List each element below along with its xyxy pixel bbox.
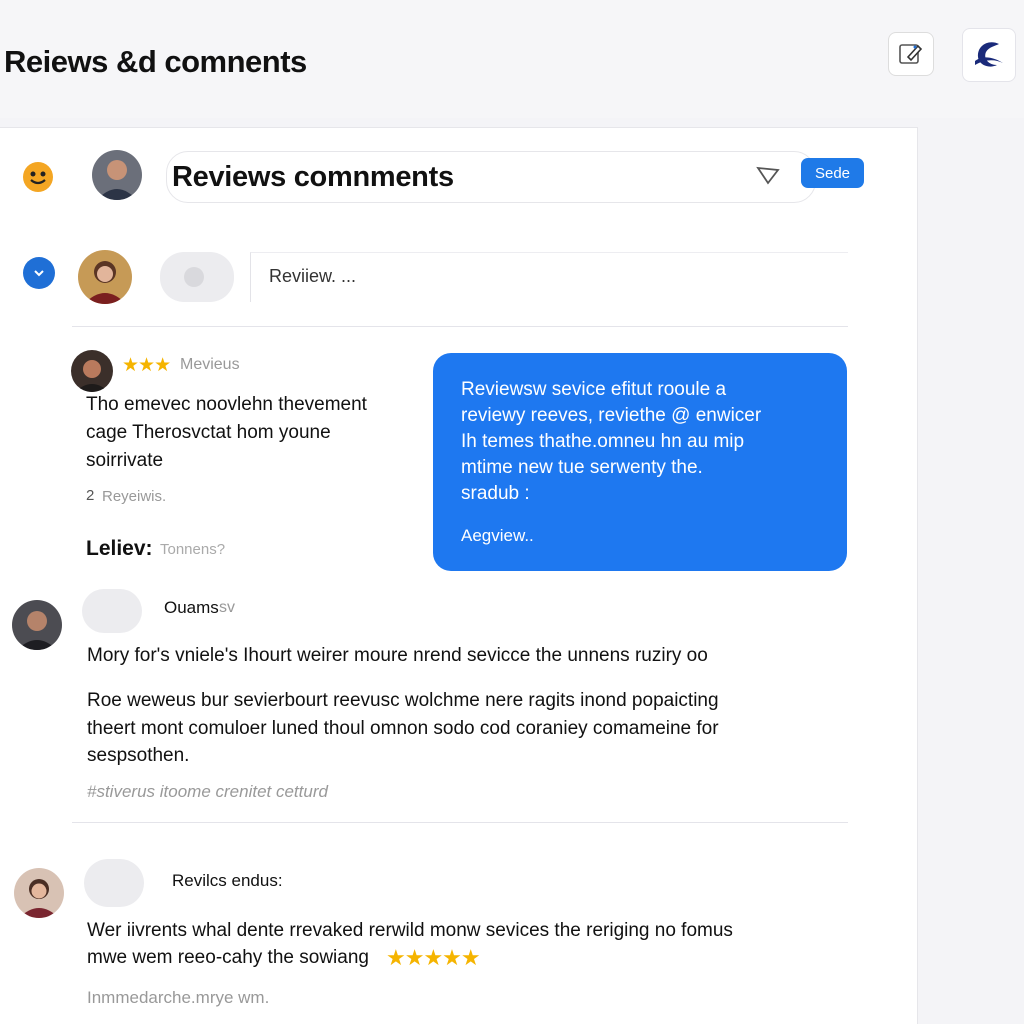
comment-paragraph-line: theert mont comuloer luned thoul omnon s… [87,718,719,739]
review-line-1: Tho emevec noovlehn thevement [86,394,367,415]
reply-label: Leliev: [86,537,153,560]
smiley-icon[interactable] [22,161,54,193]
highlight-line: Ih temes thathe.omneu hn au mip [461,431,745,452]
comment-author-suffix: sv [219,599,235,616]
comment-author[interactable]: Revilcs endus: [172,871,283,891]
comment-footer[interactable]: #stiverus itoome crenitet cetturd [87,782,328,802]
review-input-placeholder: Reviiew. ... [269,266,357,286]
comment-line: Wer iivrents whal dente rrevaked rerwild… [87,920,733,941]
highlight-card-link[interactable]: Aegview.. [461,526,534,546]
comment-footer[interactable]: Inmmedarche.mrye wm. [87,988,269,1008]
search-input-text: Reviews comnments [172,161,454,193]
avatar[interactable] [92,150,142,200]
comment-paragraph-line: Roe weweus bur sevierbourt reevusc wolch… [87,690,719,711]
comment-author[interactable]: Ouams [164,598,219,618]
attachment-pill[interactable] [84,859,144,907]
avatar[interactable] [71,350,113,392]
review-count: 2 [86,487,95,504]
send-arrow-icon[interactable] [756,164,780,186]
highlight-line: sradub : [461,483,530,504]
avatar[interactable] [12,600,62,650]
reply-hint[interactable]: Tonnens? [160,541,225,558]
review-line-3: soirrivate [86,450,164,471]
comment-paragraph-line: sespsothen. [87,745,190,766]
review-line-2: cage Therosvctat hom youne [86,422,331,443]
highlight-line: mtime new tue serwenty the. [461,457,703,478]
highlight-line: reviewy reeves, reviethe @ enwicer [461,405,762,426]
brand-logo-icon[interactable] [962,28,1016,82]
comment-line: mwe wem reeo-cahy the sowiang [87,947,369,968]
review-count-label[interactable]: Reyeiwis. [102,488,166,505]
review-meta: Mevieus [180,356,240,373]
avatar[interactable] [14,868,64,918]
avatar[interactable] [78,250,132,304]
comment-line: Mory for's vniele's Ihourt weirer moure … [87,645,708,666]
expand-toggle[interactable] [23,257,55,289]
highlight-line: Reviewsw sevice efitut rooule a [461,379,727,400]
review-input[interactable]: Reviiew. ... [250,252,848,302]
divider [72,822,848,823]
attachment-pill[interactable] [160,252,234,302]
highlight-card[interactable]: Reviewsw sevice efitut rooule a reviewy … [433,353,847,571]
page-title: Reiews &d comnents [4,44,307,79]
highlight-card-body: Reviewsw sevice efitut rooule a reviewy … [461,377,831,507]
send-button[interactable]: Sede [801,158,864,188]
edit-icon[interactable] [888,32,934,76]
rating-stars: ★★★ [122,355,171,376]
attachment-pill[interactable] [82,589,142,633]
rating-stars: ★★★★★ [386,945,481,970]
divider [72,326,848,327]
